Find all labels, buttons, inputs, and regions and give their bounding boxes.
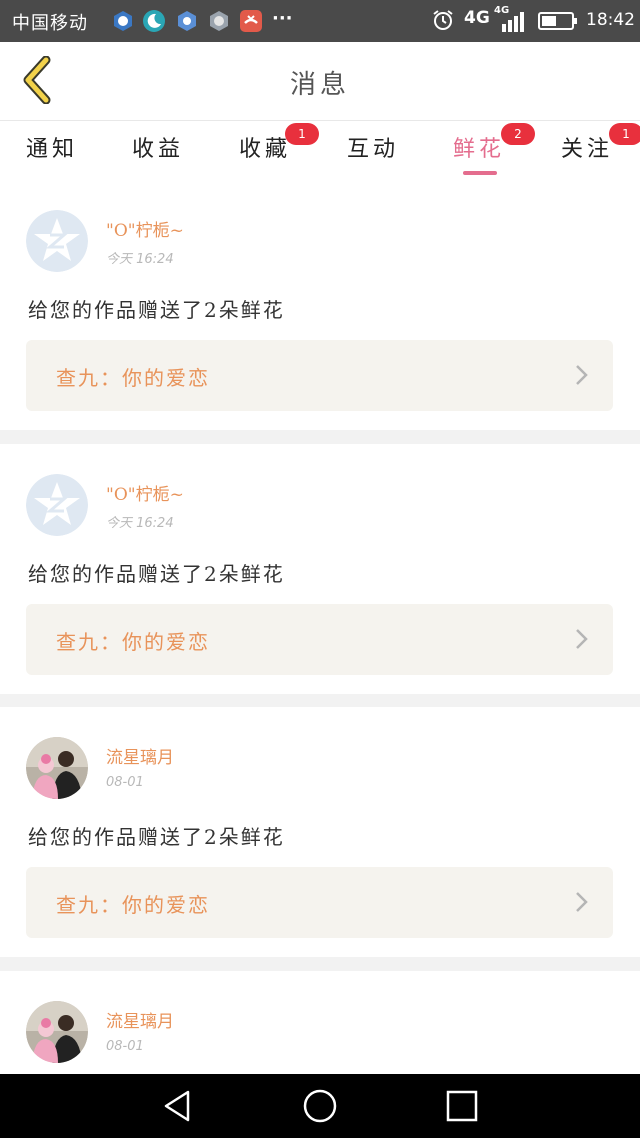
title-bar: 消息 [0,42,640,121]
app-notification-icon [112,10,134,32]
home-circle-icon[interactable] [302,1088,338,1124]
work-title: 查九：你的爱恋 [56,893,210,917]
gear-app-icon [176,10,198,32]
active-tab-indicator [463,171,497,175]
avatar[interactable] [26,1001,88,1063]
message-item: 流星璃月 08-01 [0,971,640,1074]
tab-label: 鲜花 [452,137,505,162]
chevron-right-icon [576,629,588,649]
tab-label: 通知 [25,137,78,162]
work-title: 查九：你的爱恋 [56,366,210,390]
message-item: "O"柠栀~ 今天 16:24 给您的作品赠送了2朵鲜花 查九：你的爱恋 [0,180,640,430]
status-bar: 中国移动 ··· 4G 4G 18:42 [0,0,640,42]
sender-name[interactable]: "O"柠栀~ [106,216,184,241]
signal-icon [492,10,528,32]
unread-badge: 1 [609,123,640,145]
more-notifications-icon: ··· [272,8,293,29]
tab-label: 收益 [131,137,184,162]
chevron-right-icon [576,365,588,385]
tab-notifications[interactable]: 通知 [2,131,102,163]
sender-name[interactable]: "O"柠栀~ [106,480,184,505]
tab-earnings[interactable]: 收益 [108,131,208,163]
tab-flowers[interactable]: 鲜花 2 [429,123,535,175]
avatar[interactable] [26,474,88,536]
carrier-name: 中国移动 [12,13,88,34]
work-title: 查九：你的爱恋 [56,630,210,654]
tab-bar: 通知 收益 收藏 1 互动 鲜花 2 关注 1 [0,121,640,179]
tab-label: 关注 [560,137,613,162]
message-item: 流星璃月 08-01 给您的作品赠送了2朵鲜花 查九：你的爱恋 [0,707,640,957]
tab-favorites[interactable]: 收藏 1 [215,123,319,163]
message-time: 08-01 [106,1039,144,1054]
battery-icon [538,10,578,32]
tab-label: 互动 [346,137,399,162]
alarm-icon [432,9,454,31]
missed-call-icon [240,10,262,32]
tab-interactions[interactable]: 互动 [323,131,423,163]
work-link[interactable]: 查九：你的爱恋 [26,604,613,675]
message-item: "O"柠栀~ 今天 16:24 给您的作品赠送了2朵鲜花 查九：你的爱恋 [0,444,640,694]
work-link[interactable]: 查九：你的爱恋 [26,867,613,938]
message-time: 今天 16:24 [106,252,174,267]
message-text: 给您的作品赠送了2朵鲜花 [28,825,285,849]
message-text: 给您的作品赠送了2朵鲜花 [28,562,285,586]
unread-badge: 1 [285,123,319,145]
message-time: 今天 16:24 [106,516,174,531]
avatar[interactable] [26,210,88,272]
message-text: 给您的作品赠送了2朵鲜花 [28,298,285,322]
clock-time: 18:42 [586,10,635,30]
chevron-right-icon [576,892,588,912]
moon-app-icon [143,10,165,32]
page-title: 消息 [289,70,350,100]
recents-square-icon[interactable] [444,1088,480,1124]
back-triangle-icon[interactable] [160,1088,196,1124]
bear-app-icon [208,10,230,32]
avatar[interactable] [26,737,88,799]
sender-name[interactable]: 流星璃月 [106,1007,174,1032]
work-link[interactable]: 查九：你的爱恋 [26,340,613,411]
message-time: 08-01 [106,775,144,790]
tab-follows[interactable]: 关注 1 [537,123,640,163]
tab-label: 收藏 [238,137,291,162]
unread-badge: 2 [501,123,535,145]
sender-name[interactable]: 流星璃月 [106,743,174,768]
system-navigation-bar [0,1074,640,1138]
network-type: 4G [464,8,490,28]
